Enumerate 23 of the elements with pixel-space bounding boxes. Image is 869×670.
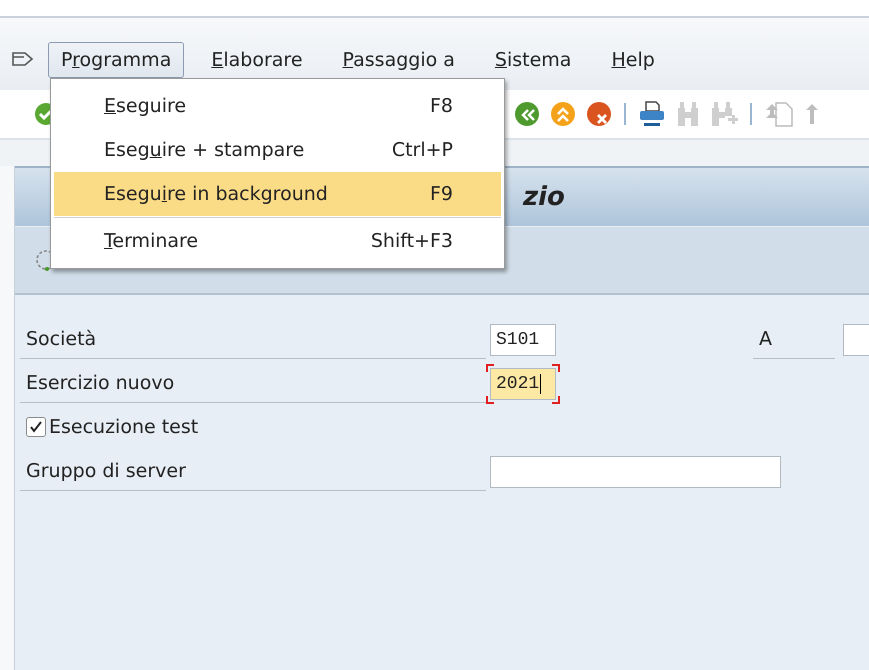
back-icon[interactable] xyxy=(514,101,540,127)
cancel-icon[interactable] xyxy=(586,101,612,127)
checkbox-label: Esecuzione test xyxy=(49,416,198,440)
checkbox[interactable] xyxy=(26,417,46,437)
menu-icon[interactable] xyxy=(12,51,34,69)
menu-item[interactable]: Elaborare xyxy=(198,42,316,78)
input-field[interactable] xyxy=(490,456,781,488)
field-label: Società xyxy=(20,328,486,359)
menu-item[interactable]: Help xyxy=(598,42,668,78)
menu-option[interactable]: Eseguire F8 xyxy=(54,84,501,128)
field-label: Esercizio nuovo xyxy=(20,372,486,403)
up-icon[interactable] xyxy=(550,101,576,127)
menu-option[interactable]: Eseguire in background F9 xyxy=(54,172,501,216)
menu-option[interactable]: Terminare Shift+F3 xyxy=(54,219,501,263)
printer-icon[interactable] xyxy=(638,100,666,128)
menu-item[interactable]: Programma xyxy=(48,42,184,78)
field-label: A xyxy=(753,328,835,359)
menu-option[interactable]: Eseguire + stampare Ctrl+P xyxy=(54,128,501,172)
menu-item[interactable]: Passaggio a xyxy=(330,42,468,78)
input-field[interactable]: S101 xyxy=(490,324,556,356)
menu-item[interactable]: Sistema xyxy=(482,42,584,78)
field-label: Gruppo di server xyxy=(20,460,486,491)
screen-title: zio xyxy=(523,182,565,212)
